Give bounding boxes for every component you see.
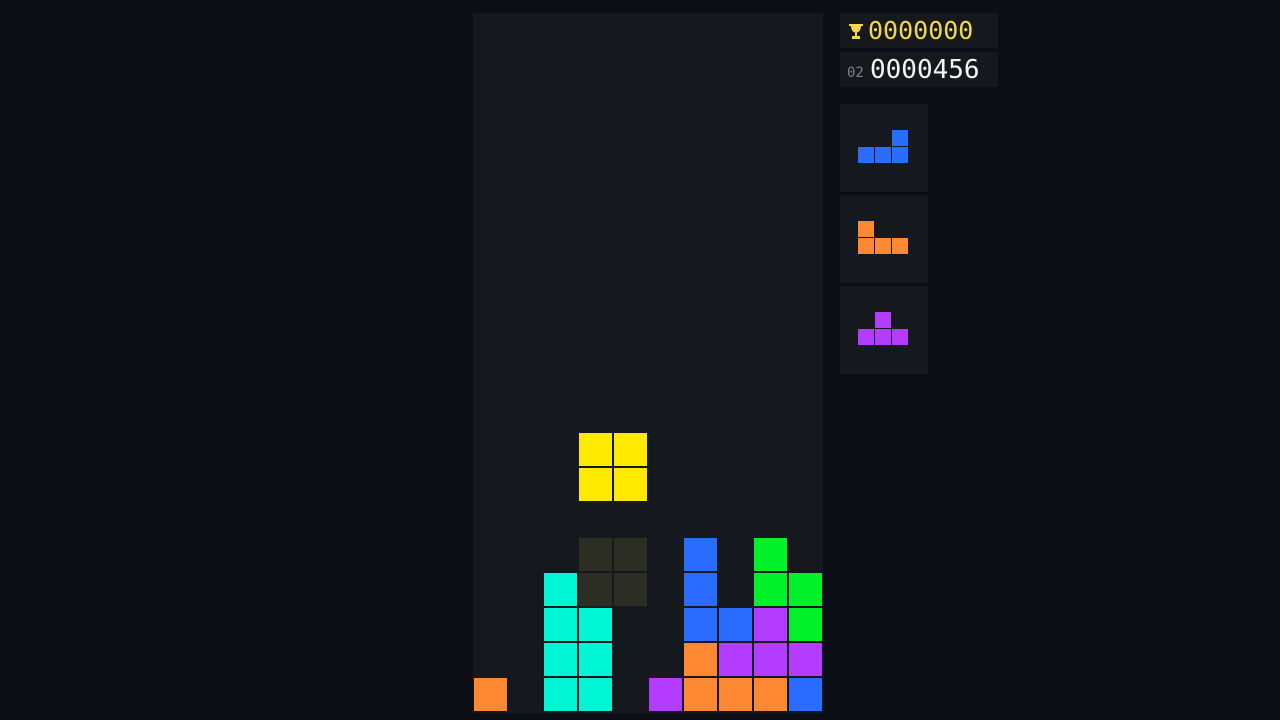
locked-block bbox=[649, 678, 682, 711]
level-value: 02 bbox=[847, 65, 864, 81]
locked-block bbox=[684, 643, 717, 676]
locked-block bbox=[474, 678, 507, 711]
preview-block bbox=[858, 221, 874, 237]
active-piece-cell bbox=[614, 468, 647, 501]
locked-block bbox=[544, 573, 577, 606]
active-piece-cell bbox=[614, 433, 647, 466]
locked-block bbox=[754, 678, 787, 711]
preview-block bbox=[875, 147, 891, 163]
locked-block bbox=[684, 678, 717, 711]
locked-block bbox=[544, 678, 577, 711]
locked-block bbox=[789, 643, 822, 676]
ghost-piece-cell bbox=[614, 538, 647, 571]
locked-block bbox=[544, 643, 577, 676]
next-piece-preview-1 bbox=[840, 104, 928, 192]
score-panel: 02 0000456 bbox=[840, 52, 998, 87]
preview-block bbox=[875, 238, 891, 254]
locked-block bbox=[579, 678, 612, 711]
locked-block bbox=[544, 608, 577, 641]
game-screen: 0000000 02 0000456 bbox=[0, 0, 1280, 720]
trophy-icon bbox=[849, 24, 863, 39]
preview-block bbox=[858, 147, 874, 163]
preview-block bbox=[875, 329, 891, 345]
locked-block bbox=[754, 643, 787, 676]
locked-block bbox=[754, 573, 787, 606]
locked-block bbox=[754, 608, 787, 641]
high-score-value: 0000000 bbox=[868, 16, 974, 45]
active-piece-cell bbox=[579, 468, 612, 501]
preview-block bbox=[892, 238, 908, 254]
preview-block bbox=[892, 329, 908, 345]
locked-block bbox=[789, 678, 822, 711]
locked-block bbox=[684, 608, 717, 641]
preview-block bbox=[875, 312, 891, 328]
next-piece-preview-3 bbox=[840, 286, 928, 374]
locked-block bbox=[789, 608, 822, 641]
locked-block bbox=[719, 608, 752, 641]
score-value: 0000456 bbox=[870, 55, 980, 85]
preview-block bbox=[892, 147, 908, 163]
locked-block bbox=[579, 608, 612, 641]
preview-block bbox=[858, 329, 874, 345]
locked-block bbox=[684, 573, 717, 606]
locked-block bbox=[754, 538, 787, 571]
locked-block bbox=[684, 538, 717, 571]
preview-block bbox=[892, 130, 908, 146]
ghost-piece-cell bbox=[579, 573, 612, 606]
preview-block bbox=[858, 238, 874, 254]
locked-block bbox=[789, 573, 822, 606]
high-score-panel: 0000000 bbox=[840, 13, 998, 48]
locked-block bbox=[719, 678, 752, 711]
next-piece-preview-2 bbox=[840, 195, 928, 283]
playfield[interactable] bbox=[473, 13, 823, 713]
locked-block bbox=[579, 643, 612, 676]
ghost-piece-cell bbox=[614, 573, 647, 606]
locked-block bbox=[719, 643, 752, 676]
active-piece-cell bbox=[579, 433, 612, 466]
ghost-piece-cell bbox=[579, 538, 612, 571]
